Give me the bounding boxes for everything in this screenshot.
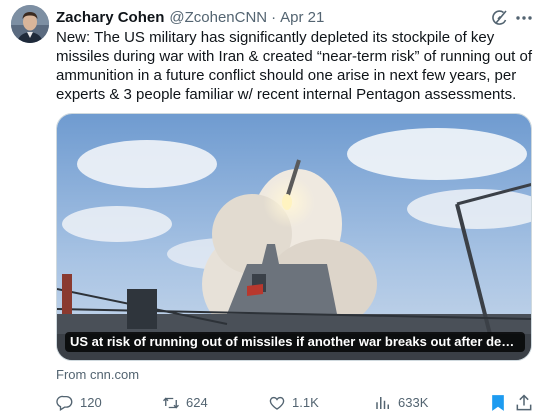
heart-icon	[269, 396, 285, 410]
like-button[interactable]: 1.1K	[268, 393, 319, 413]
reply-button[interactable]: 120	[56, 393, 102, 413]
card-title: US at risk of running out of missiles if…	[65, 332, 525, 352]
repost-button[interactable]: 624	[162, 393, 208, 413]
author-name[interactable]: Zachary Cohen	[56, 8, 164, 28]
reply-count: 120	[80, 395, 102, 410]
grok-icon[interactable]	[490, 8, 510, 28]
reply-icon	[56, 395, 73, 411]
tweet-header: Zachary Cohen @ZcohenCNN · Apr 21	[56, 8, 324, 28]
views-button[interactable]: 633K	[374, 393, 428, 413]
link-card[interactable]: US at risk of running out of missiles if…	[56, 113, 532, 361]
share-button[interactable]	[514, 393, 534, 413]
tweet-text: New: The US military has significantly d…	[56, 29, 533, 103]
like-count: 1.1K	[292, 395, 319, 410]
views-icon	[376, 397, 389, 409]
card-source[interactable]: From cnn.com	[56, 367, 139, 382]
action-bar: 120 624 1.1K 633K	[56, 393, 534, 413]
tweet: Zachary Cohen @ZcohenCNN · Apr 21 New: T…	[0, 0, 540, 417]
repost-icon	[163, 397, 179, 409]
separator-dot: ·	[271, 9, 277, 26]
share-icon	[516, 394, 532, 411]
avatar[interactable]	[11, 5, 49, 43]
card-image	[57, 114, 531, 360]
views-count: 633K	[398, 395, 429, 410]
bookmark-icon	[492, 395, 504, 411]
tweet-timestamp[interactable]: Apr 21	[280, 8, 324, 28]
author-handle[interactable]: @ZcohenCNN	[169, 8, 267, 28]
bookmark-button[interactable]	[488, 393, 508, 413]
more-icon[interactable]	[514, 8, 534, 28]
repost-count: 624	[186, 395, 208, 410]
